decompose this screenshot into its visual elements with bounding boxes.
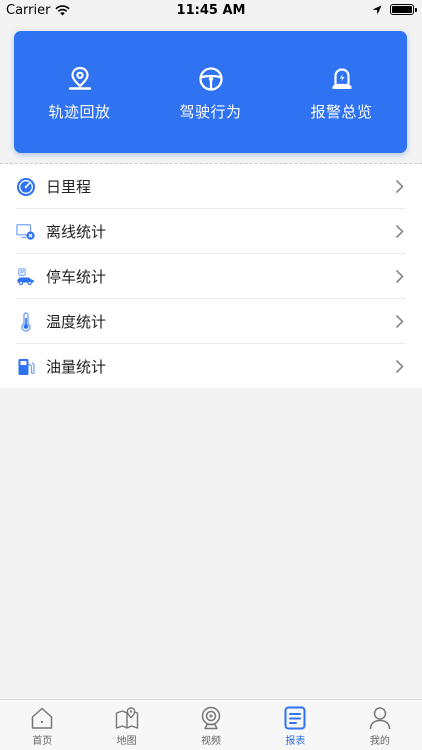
chevron-right-icon <box>395 359 404 374</box>
menu-item-label: 离线统计 <box>46 223 107 241</box>
tab-reports[interactable]: 报表 <box>253 700 337 750</box>
tab-label: 我的 <box>369 736 390 747</box>
tab-video[interactable]: 视频 <box>169 700 253 750</box>
menu-item-parking-stats[interactable]: 停车统计 <box>0 254 422 299</box>
menu-item-daily-mileage[interactable]: 日里程 <box>0 164 422 209</box>
location-pin-icon <box>68 66 91 90</box>
battery-icon <box>390 4 417 15</box>
camera-icon <box>201 706 221 730</box>
mileage-gauge-icon <box>16 177 36 197</box>
chevron-right-icon <box>395 269 404 284</box>
menu-item-label: 温度统计 <box>46 313 107 331</box>
action-track-playback[interactable]: 轨迹回放 <box>14 31 145 153</box>
status-bar: Carrier 11:45 AM <box>0 0 422 22</box>
menu-item-label: 停车统计 <box>46 268 107 286</box>
steering-wheel-icon <box>198 67 223 91</box>
action-label: 轨迹回放 <box>48 103 111 121</box>
chevron-right-icon <box>395 314 404 329</box>
menu-item-label: 日里程 <box>46 178 92 196</box>
tab-map[interactable]: 地图 <box>84 700 168 750</box>
action-alarm-overview[interactable]: 报警总览 <box>276 31 407 153</box>
menu-item-offline-stats[interactable]: 离线统计 <box>0 209 422 254</box>
menu-item-temperature-stats[interactable]: 温度统计 <box>0 299 422 344</box>
location-arrow-icon <box>372 5 382 14</box>
tab-label: 报表 <box>285 736 306 747</box>
action-label: 报警总览 <box>310 103 373 121</box>
chevron-right-icon <box>395 224 404 239</box>
tab-home[interactable]: 首页 <box>0 700 84 750</box>
action-label: 驾驶行为 <box>179 103 242 121</box>
clock: 11:45 AM <box>176 3 246 18</box>
tab-label: 视频 <box>201 736 222 747</box>
tab-label: 首页 <box>32 736 53 747</box>
parking-car-icon <box>16 267 36 287</box>
map-icon <box>115 707 138 729</box>
action-driving-behavior[interactable]: 驾驶行为 <box>145 31 276 153</box>
quick-actions-card: 轨迹回放 驾驶行为 报警总览 <box>14 31 407 153</box>
menu-item-fuel-stats[interactable]: 油量统计 <box>0 344 422 389</box>
tab-profile[interactable]: 我的 <box>338 700 422 750</box>
alarm-light-icon <box>332 68 351 89</box>
menu-item-label: 油量统计 <box>46 358 107 376</box>
home-icon <box>31 707 53 729</box>
chevron-right-icon <box>395 179 404 194</box>
bottom-tab-bar: 首页 地图 视频 报表 我的 <box>0 699 422 750</box>
offline-monitor-icon <box>16 222 36 242</box>
tab-label: 地图 <box>116 736 137 747</box>
report-menu-list: 日里程 离线统计 停车统计 温度统计 油量统计 <box>0 164 422 388</box>
profile-icon <box>369 707 391 730</box>
thermometer-icon <box>16 311 36 332</box>
fuel-pump-icon <box>16 357 36 377</box>
report-icon <box>284 706 306 730</box>
